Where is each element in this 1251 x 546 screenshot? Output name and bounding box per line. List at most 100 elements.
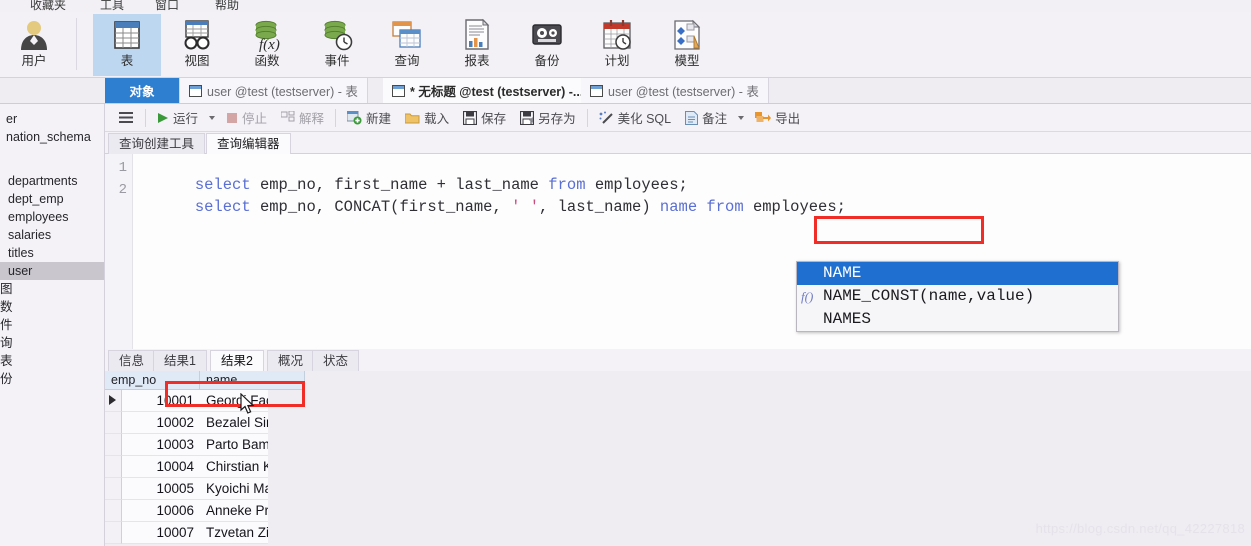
sidebar-item-events[interactable]: 件 — [0, 316, 104, 334]
ribbon-item-view[interactable]: 视图 — [163, 14, 231, 76]
cell-name[interactable]: Tzvetan Zi — [200, 522, 268, 544]
line-number: 2 — [118, 182, 127, 198]
column-header-emp-no[interactable]: emp_no — [105, 371, 200, 390]
tab-result1[interactable]: 结果1 — [153, 350, 207, 371]
tab-label: 查询创建工具 — [119, 137, 195, 151]
table-row[interactable]: 10004 Chirstian K — [105, 456, 305, 478]
tab-info[interactable]: 信息 — [108, 350, 156, 371]
cell-emp-no[interactable]: 10002 — [122, 412, 200, 434]
cell-emp-no[interactable]: 10007 — [122, 522, 200, 544]
autocomplete-item-name-const[interactable]: f() NAME_CONST(name,value) — [797, 285, 1118, 308]
comment-dropdown-button[interactable] — [734, 105, 748, 131]
sidebar-item-departments[interactable]: departments — [0, 172, 104, 190]
cell-name[interactable]: Georgi Fac — [200, 390, 268, 412]
beautify-sql-button[interactable]: 美化 SQL — [592, 105, 679, 131]
row-selector[interactable] — [105, 456, 122, 478]
cell-emp-no[interactable]: 10005 — [122, 478, 200, 500]
table-row[interactable]: 10006 Anneke Pr — [105, 500, 305, 522]
ribbon-item-report[interactable]: 报表 — [443, 14, 511, 76]
ribbon-item-query[interactable]: 查询 — [373, 14, 441, 76]
cell-emp-no[interactable]: 10004 — [122, 456, 200, 478]
tab-user-table-2[interactable]: user @test (testserver) - 表 — [581, 78, 769, 103]
tab-query-editor[interactable]: 查询编辑器 — [206, 133, 291, 154]
ribbon-item-backup[interactable]: 备份 — [513, 14, 581, 76]
tab-label: 信息 — [119, 354, 145, 368]
row-selector[interactable] — [105, 522, 122, 544]
ribbon-item-user[interactable]: 用户 — [0, 14, 68, 76]
cell-name[interactable]: Parto Bam — [200, 434, 268, 456]
run-dropdown-button[interactable] — [205, 105, 219, 131]
ribbon-item-schedule[interactable]: 计划 — [583, 14, 651, 76]
table-row[interactable]: 10003 Parto Bam — [105, 434, 305, 456]
tab-profile[interactable]: 概况 — [267, 350, 315, 371]
table-pencil-icon — [189, 84, 202, 97]
sidebar-item-dept-emp[interactable]: dept_emp — [0, 190, 104, 208]
tab-label: 概况 — [278, 354, 304, 368]
menu-item-favorites[interactable]: 收藏夹 — [30, 0, 66, 12]
sidebar-item-user[interactable]: user — [0, 262, 104, 280]
new-button[interactable]: 新建 — [340, 105, 398, 131]
autocomplete-popup[interactable]: NAME f() NAME_CONST(name,value) NAMES — [796, 261, 1119, 332]
sidebar-item-salaries[interactable]: salaries — [0, 226, 104, 244]
cell-name[interactable]: Anneke Pr — [200, 500, 268, 522]
new-label: 新建 — [366, 112, 392, 126]
cell-name[interactable]: Kyoichi Ma — [200, 478, 268, 500]
autocomplete-item-name[interactable]: NAME — [797, 262, 1118, 285]
row-selector[interactable] — [105, 478, 122, 500]
tab-user-table-1[interactable]: user @test (testserver) - 表 — [180, 78, 368, 103]
row-selector[interactable] — [105, 434, 122, 456]
ribbon-item-event[interactable]: 事件 — [303, 14, 371, 76]
save-button[interactable]: 保存 — [456, 105, 513, 131]
sidebar-item-titles[interactable]: titles — [0, 244, 104, 262]
tab-query-builder[interactable]: 查询创建工具 — [108, 133, 206, 154]
row-selector[interactable] — [105, 412, 122, 434]
sidebar-item-queries[interactable]: 询 — [0, 334, 104, 352]
comment-button[interactable]: 备注 — [678, 105, 734, 131]
menu-item-tools[interactable]: 工具 — [100, 0, 124, 12]
cell-name[interactable]: Chirstian K — [200, 456, 268, 478]
sidebar-item-views[interactable]: 图 — [0, 280, 104, 298]
sidebar-item-reports[interactable]: 表 — [0, 352, 104, 370]
result-grid[interactable]: emp_no name 10001 Georgi Fac 10002 Bezal… — [105, 371, 1251, 546]
cell-emp-no[interactable]: 10003 — [122, 434, 200, 456]
load-button[interactable]: 载入 — [398, 105, 456, 131]
table-row[interactable]: 10005 Kyoichi Ma — [105, 478, 305, 500]
sidebar-item-backups[interactable]: 份 — [0, 370, 104, 388]
ribbon-item-function[interactable]: f(x) 函数 — [233, 14, 301, 76]
column-header-name[interactable]: name — [200, 371, 305, 390]
stop-button[interactable]: 停止 — [219, 105, 274, 131]
object-tree-sidebar[interactable]: er nation_schema departments dept_emp em… — [0, 104, 105, 546]
row-selector[interactable] — [105, 500, 122, 522]
tab-status[interactable]: 状态 — [312, 350, 360, 371]
sidebar-item-information-schema[interactable]: nation_schema — [0, 128, 104, 146]
cell-emp-no[interactable]: 10006 — [122, 500, 200, 522]
sidebar-item-0[interactable]: er — [0, 110, 104, 128]
run-button[interactable]: 运行 — [150, 105, 205, 131]
row-selector[interactable] — [105, 390, 122, 412]
tab-result2[interactable]: 结果2 — [210, 350, 264, 371]
autocomplete-item-names[interactable]: NAMES — [797, 308, 1118, 331]
ribbon-toolbar: 用户 表 视图 f(x) 函数 事件 查询 报表 备份 计划 模型 — [0, 12, 1251, 78]
menu-item-window[interactable]: 窗口 — [155, 0, 179, 12]
table-row[interactable]: 10001 Georgi Fac — [105, 390, 305, 412]
hamburger-menu-button[interactable] — [105, 105, 141, 131]
toolbar-divider — [145, 108, 146, 127]
cell-emp-no[interactable]: 10001 — [122, 390, 200, 412]
export-button[interactable]: 导出 — [748, 105, 807, 131]
tab-untitled-query[interactable]: * 无标题 @test (testserver) -... — [383, 78, 594, 103]
ribbon-item-table[interactable]: 表 — [93, 14, 161, 76]
chevron-down-icon — [738, 115, 745, 120]
menu-item-help[interactable]: 帮助 — [215, 0, 239, 12]
table-row[interactable]: 10007 Tzvetan Zi — [105, 522, 305, 544]
table-row[interactable]: 10002 Bezalel Sir — [105, 412, 305, 434]
stop-icon — [227, 112, 238, 123]
save-as-button[interactable]: 另存为 — [513, 105, 583, 131]
explain-button[interactable]: 解释 — [274, 105, 331, 131]
cell-name[interactable]: Bezalel Sir — [200, 412, 268, 434]
ribbon-item-model[interactable]: 模型 — [653, 14, 721, 76]
view-glasses-icon — [180, 18, 214, 52]
tab-object[interactable]: 对象 — [105, 78, 180, 103]
ribbon-item-label: 函数 — [254, 54, 280, 68]
sidebar-item-employees[interactable]: employees — [0, 208, 104, 226]
sidebar-item-functions[interactable]: 数 — [0, 298, 104, 316]
